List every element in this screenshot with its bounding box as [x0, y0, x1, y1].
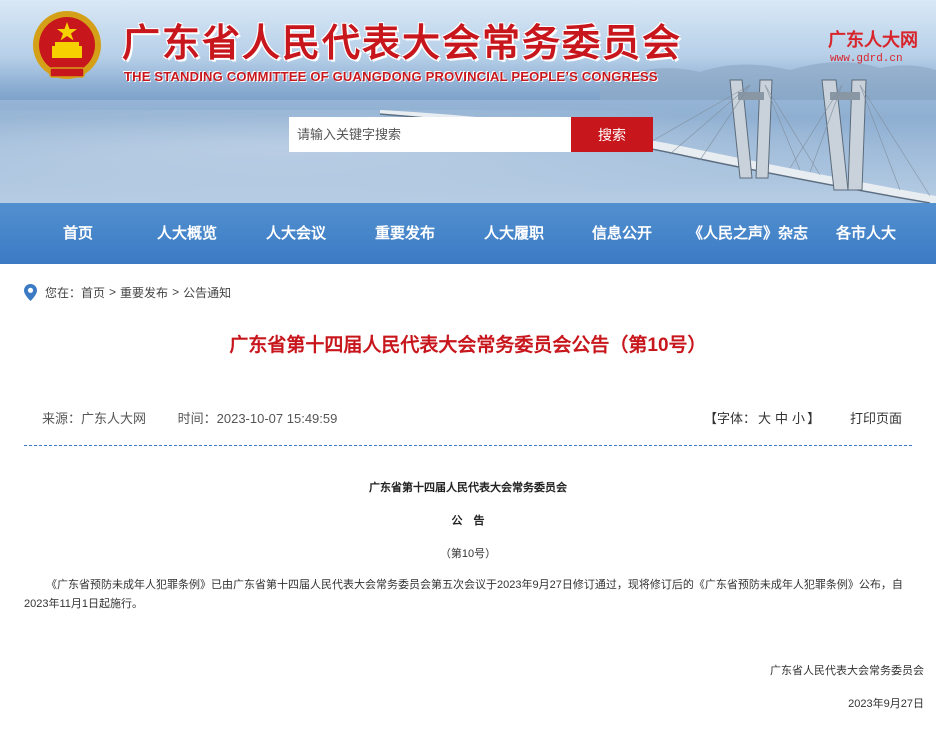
main-nav: 首页 人大概览 人大会议 重要发布 人大履职 信息公开 《人民之声》杂志 各市人… — [0, 203, 936, 264]
nav-item-magazine[interactable]: 《人民之声》杂志 — [686, 203, 810, 264]
nav-item-cities[interactable]: 各市人大 — [831, 203, 901, 264]
article-title: 广东省第十四届人民代表大会常务委员会公告（第10号） — [229, 335, 707, 356]
site-title-en: THE STANDING COMMITTEE OF GUANGDONG PROV… — [124, 69, 658, 84]
nav-item-overview[interactable]: 人大概览 — [152, 203, 222, 264]
nav-item-releases[interactable]: 重要发布 — [370, 203, 440, 264]
breadcrumb-link-home[interactable]: 首页 — [81, 284, 105, 301]
nav-item-home[interactable]: 首页 — [47, 203, 109, 264]
announcement-heading: 公 告 — [451, 515, 485, 527]
site-title: 广东省人民代表大会常务委员会 — [122, 20, 683, 65]
nav-item-duties[interactable]: 人大履职 — [479, 203, 549, 264]
font-size-large[interactable]: 大 — [758, 411, 771, 426]
font-size-control: 【字体：大中小】 — [704, 408, 820, 427]
search-button[interactable]: 搜索 — [571, 117, 653, 152]
search-input[interactable] — [289, 117, 571, 152]
font-size-label: 【字体： — [704, 411, 757, 426]
header-banner: 广东省人民代表大会常务委员会 THE STANDING COMMITTEE OF… — [0, 0, 936, 203]
article-source: 来源：广东人大网 — [42, 411, 147, 426]
font-size-medium[interactable]: 中 — [775, 411, 788, 426]
announcement-body: 《广东省预防未成年人犯罪条例》已由广东省第十四届人民代表大会常务委员会第五次会议… — [24, 579, 903, 610]
nav-item-meetings[interactable]: 人大会议 — [261, 203, 331, 264]
article-divider — [24, 445, 912, 446]
print-button[interactable]: 打印页面 — [850, 408, 902, 427]
brand-logo[interactable]: 广东人大网 — [828, 26, 918, 52]
font-size-label-close: 】 — [807, 411, 821, 426]
announcement-date: 2023年9月27日 — [848, 698, 924, 710]
announcement-number: （第10号） — [439, 548, 497, 560]
national-emblem-icon — [33, 11, 101, 79]
breadcrumb-separator: > — [109, 285, 117, 299]
breadcrumb-prefix: 您在： — [45, 285, 82, 300]
brand-url: www.gdrd.cn — [830, 53, 903, 65]
article-meta: 来源：广东人大网 时间：2023-10-07 15:49:59 — [42, 408, 337, 427]
breadcrumb-link-notices[interactable]: 公告通知 — [183, 284, 231, 301]
nav-item-disclosure[interactable]: 信息公开 — [587, 203, 657, 264]
announcement-signature: 广东省人民代表大会常务委员会 — [770, 665, 924, 677]
breadcrumb: 您在： 首页 > 重要发布 > 公告通知 — [24, 283, 231, 301]
breadcrumb-link-releases[interactable]: 重要发布 — [120, 284, 168, 301]
font-size-small[interactable]: 小 — [792, 411, 805, 426]
article-time: 时间：2023-10-07 15:49:59 — [177, 411, 338, 426]
announcement-issuer: 广东省第十四届人民代表大会常务委员会 — [369, 482, 567, 494]
breadcrumb-separator: > — [172, 285, 180, 299]
location-pin-icon — [24, 283, 37, 301]
